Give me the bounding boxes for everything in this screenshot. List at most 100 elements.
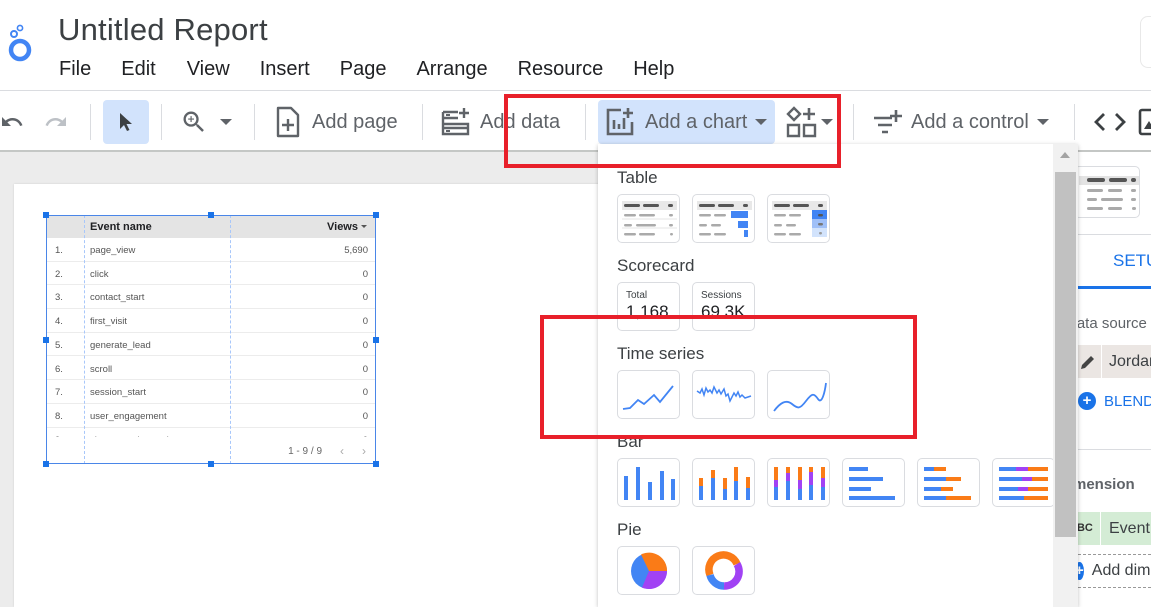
chart-type-time-series[interactable]: [617, 370, 680, 419]
views-cell: 0: [362, 339, 368, 351]
toolbar-divider: [585, 104, 586, 140]
community-visualizations-button[interactable]: [786, 100, 833, 144]
add-a-chart-button[interactable]: Add a chart: [598, 100, 776, 144]
scroll-up-arrow-icon[interactable]: [1060, 152, 1070, 158]
add-a-control-button[interactable]: Add a control: [872, 100, 1049, 144]
column-guide: [230, 215, 231, 464]
chart-type-scorecard-compact[interactable]: Sessions 69.3K: [692, 282, 755, 331]
chart-type-donut[interactable]: [692, 546, 755, 595]
menu-resource[interactable]: Resource: [518, 58, 604, 81]
add-dimension-button[interactable]: + Add dimension: [1075, 554, 1151, 588]
add-page-button[interactable]: Add page: [274, 100, 398, 144]
data-source-chip[interactable]: Jordan: [1078, 345, 1151, 378]
table-body: 1. page_view 5,690 2. click 0 3. contact_star…: [46, 238, 376, 437]
looker-studio-logo[interactable]: [6, 22, 36, 64]
table-row: 7. session_start 0: [46, 380, 376, 404]
section-scorecard: Scorecard: [617, 256, 695, 275]
menu-view[interactable]: View: [187, 58, 230, 81]
redo-button[interactable]: [42, 100, 70, 144]
event-name-cell: page_view: [90, 245, 136, 256]
resize-handle[interactable]: [373, 337, 379, 343]
resize-handle[interactable]: [43, 212, 49, 218]
menu-page[interactable]: Page: [340, 58, 387, 81]
chart-type-100-stacked-column[interactable]: [767, 458, 830, 507]
table-chart[interactable]: Event name Views 1. page_view 5,690 2. clic…: [43, 212, 379, 467]
edit-pencil-icon[interactable]: [1078, 353, 1100, 371]
section-time-series: Time series: [617, 344, 705, 363]
undo-icon: [2, 117, 23, 126]
resize-handle[interactable]: [373, 212, 379, 218]
table-row: 8. user_engagement 0: [46, 404, 376, 428]
resize-handle[interactable]: [373, 461, 379, 467]
table-row: 5. generate_lead 0: [46, 333, 376, 357]
chart-type-column[interactable]: [617, 458, 680, 507]
scorecard-value: 69.3K: [701, 302, 746, 321]
add-circle-icon: +: [1078, 392, 1096, 410]
toolbar-divider: [161, 104, 162, 140]
row-number: 7.: [55, 387, 63, 399]
zoom-in-icon: [183, 111, 204, 132]
menu-insert[interactable]: Insert: [260, 58, 310, 81]
section-table: Table: [617, 168, 658, 187]
resize-handle[interactable]: [43, 337, 49, 343]
column-header-views[interactable]: Views: [327, 221, 358, 233]
row-number: 9.: [55, 435, 63, 437]
resize-handle[interactable]: [208, 461, 214, 467]
zoom-button[interactable]: [180, 100, 232, 144]
sort-desc-icon[interactable]: [361, 225, 367, 228]
chart-type-stacked-bar[interactable]: [917, 458, 980, 507]
share-button-partial[interactable]: [1140, 16, 1151, 68]
resize-handle[interactable]: [43, 461, 49, 467]
chip-divider: [1100, 512, 1101, 545]
menu-help[interactable]: Help: [633, 58, 674, 81]
chart-type-bar[interactable]: [842, 458, 905, 507]
chart-type-sparkline[interactable]: [692, 370, 755, 419]
selected-chart-type-thumb[interactable]: [1074, 166, 1140, 218]
menu-edit[interactable]: Edit: [121, 58, 155, 81]
blend-data-button[interactable]: + BLEND DATA: [1078, 392, 1151, 410]
embed-url-button[interactable]: [1094, 100, 1126, 144]
views-cell: 0: [362, 363, 368, 375]
event-name-cell: contact_start: [90, 292, 145, 304]
undo-button[interactable]: [0, 100, 24, 144]
tab-setup[interactable]: SETUP: [1113, 251, 1151, 271]
event-name-cell: user_engagement: [90, 410, 167, 422]
views-cell: 0: [363, 435, 368, 437]
chevron-left-icon[interactable]: ‹: [340, 444, 344, 458]
add-dimension-label: Add dimension: [1091, 562, 1151, 579]
table-pagination: 1 - 9 / 9 ‹ ›: [288, 444, 366, 458]
event-name-cell: first_visit: [90, 316, 127, 328]
toolbar-divider: [90, 104, 91, 140]
chart-type-stacked-column[interactable]: [692, 458, 755, 507]
image-button[interactable]: [1138, 100, 1151, 144]
community-visualizations-icon: [786, 106, 817, 138]
panel-divider: [1078, 234, 1151, 235]
column-header-event-name[interactable]: Event name: [90, 221, 152, 233]
data-source-label: Data source: [1066, 315, 1147, 332]
row-number: 2.: [55, 268, 63, 280]
dimension-name: Event name: [1109, 520, 1151, 537]
dimension-chip[interactable]: ABC Event name: [1069, 512, 1151, 545]
select-tool-button[interactable]: [103, 100, 149, 144]
chart-type-table-heatmap[interactable]: [767, 194, 830, 243]
menu-arrange[interactable]: Arrange: [416, 58, 487, 81]
row-number: 3.: [55, 292, 63, 304]
section-pie: Pie: [617, 520, 642, 539]
toolbar-divider: [1074, 104, 1075, 140]
scrollbar-thumb[interactable]: [1055, 172, 1076, 537]
chevron-down-icon: [220, 119, 232, 125]
chart-type-table-with-bars[interactable]: [692, 194, 755, 243]
chart-type-table[interactable]: [617, 194, 680, 243]
toolbar-divider: [254, 104, 255, 140]
chevron-right-icon[interactable]: ›: [362, 444, 366, 458]
add-a-control-label: Add a control: [911, 110, 1029, 133]
chart-type-smoothed-time-series[interactable]: [767, 370, 830, 419]
resize-handle[interactable]: [208, 212, 214, 218]
report-title[interactable]: Untitled Report: [58, 12, 268, 48]
chart-type-scorecard[interactable]: Total 1,168: [617, 282, 680, 331]
chart-type-pie[interactable]: [617, 546, 680, 595]
menu-file[interactable]: File: [59, 58, 91, 81]
chart-type-100-stacked-bar[interactable]: [992, 458, 1053, 507]
add-data-button[interactable]: Add data: [440, 100, 560, 144]
menu-scrollbar[interactable]: [1053, 144, 1078, 607]
